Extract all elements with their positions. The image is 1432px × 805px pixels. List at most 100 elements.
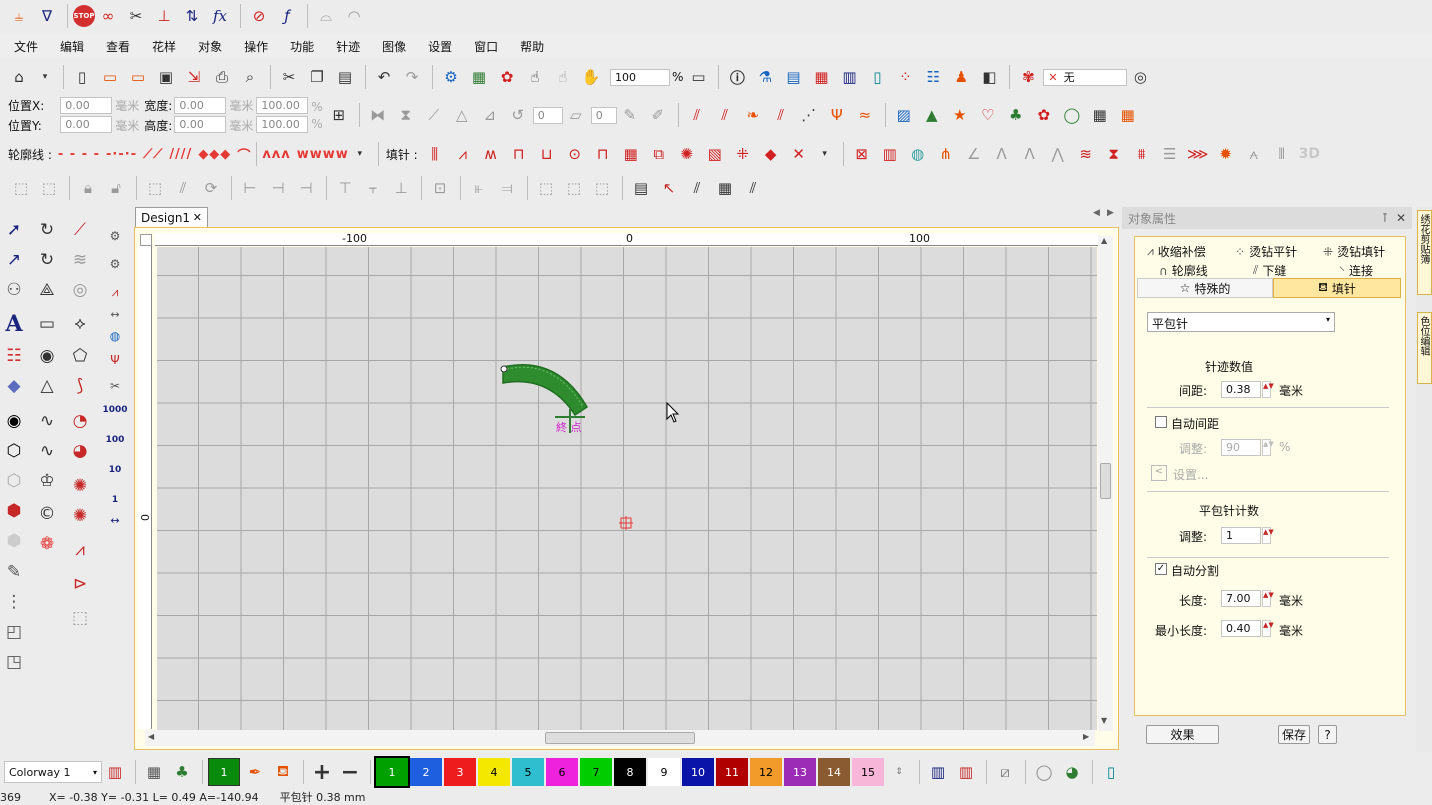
- spacing-spinner[interactable]: ▲▼: [1262, 381, 1274, 398]
- color-swatch-10[interactable]: 10: [682, 758, 714, 786]
- count-adjust-field[interactable]: 1: [1221, 527, 1261, 544]
- chain-fill-icon[interactable]: ⧉: [646, 141, 672, 167]
- group-icon[interactable]: ⬚: [8, 175, 34, 201]
- color-swatch-4[interactable]: 4: [478, 758, 510, 786]
- pattern-fill-icon[interactable]: ⩩: [1129, 141, 1155, 167]
- bars-icon[interactable]: ⫴: [1269, 141, 1295, 167]
- auto-split-checkbox[interactable]: ✓: [1155, 563, 1167, 575]
- tab-rhinestone-fill[interactable]: ⁜ 烫钻填针: [1323, 243, 1385, 260]
- cc-icon[interactable]: ©: [33, 500, 61, 528]
- arc-icon[interactable]: ⌓: [313, 3, 339, 29]
- color-swatch-3[interactable]: 3: [444, 758, 476, 786]
- chevron-down-icon[interactable]: ▾: [349, 141, 371, 167]
- leaf-icon[interactable]: ❧: [740, 102, 766, 128]
- fan-fill-icon[interactable]: ⋔: [933, 141, 959, 167]
- color-wheel-icon[interactable]: ◕: [1059, 759, 1085, 785]
- menu-edit[interactable]: 编辑: [46, 38, 92, 55]
- settings-button-icon[interactable]: <: [1151, 465, 1167, 481]
- fill-stitch-c-icon[interactable]: ⫽: [768, 102, 794, 128]
- menu-file[interactable]: 文件: [0, 38, 46, 55]
- tab-underlay[interactable]: ⫽ 下缝: [1253, 262, 1286, 279]
- align-left-icon[interactable]: ⊢: [237, 175, 263, 201]
- polygon-b-icon[interactable]: ⬠: [66, 342, 94, 370]
- fill-stitch-a-icon[interactable]: ⫽: [684, 102, 710, 128]
- net-fill-icon[interactable]: ⊠: [849, 141, 875, 167]
- colorway-icon[interactable]: ✾: [1015, 64, 1041, 90]
- thread-chart-icon[interactable]: ▥: [836, 64, 862, 90]
- tab-fill[interactable]: ⛾ 填针: [1273, 278, 1401, 298]
- menu-help[interactable]: 帮助: [506, 38, 552, 55]
- tab-connect[interactable]: ⸌ 连接: [1339, 262, 1373, 279]
- lines-icon[interactable]: ☰: [1157, 141, 1183, 167]
- thread-bars-b-icon[interactable]: ▥: [953, 759, 979, 785]
- chain-stitch-icon[interactable]: ◆◆◆: [198, 147, 231, 162]
- slant-field[interactable]: 0: [590, 106, 617, 124]
- object-properties-icon[interactable]: ⚗: [752, 64, 778, 90]
- run-stitch-icon[interactable]: - - - -: [58, 147, 100, 162]
- count-adjust-spinner[interactable]: ▲▼: [1262, 527, 1274, 544]
- open-folder-icon[interactable]: ▭: [97, 64, 123, 90]
- add-color-icon[interactable]: +: [309, 759, 335, 785]
- scroll-down-icon[interactable]: ▼: [1101, 716, 1107, 725]
- corner-icon[interactable]: ◰: [0, 618, 28, 646]
- freehand-icon[interactable]: ∿: [33, 407, 61, 435]
- table-icon[interactable]: ▦: [1115, 102, 1141, 128]
- brush-fill-icon[interactable]: ⋙: [1185, 141, 1211, 167]
- fan-tool-icon[interactable]: ⊳: [66, 570, 94, 598]
- color-swatch-5[interactable]: 5: [512, 758, 544, 786]
- garment-icon[interactable]: ♣: [169, 759, 195, 785]
- side-tab-clipboard[interactable]: 绣花剪贴簿: [1417, 210, 1432, 295]
- spool-icon[interactable]: ▯: [864, 64, 890, 90]
- menu-stitch[interactable]: 针迹: [322, 38, 368, 55]
- satin-stitch-object[interactable]: [502, 364, 589, 417]
- tool-b-icon[interactable]: ✐: [645, 102, 671, 128]
- document-tab[interactable]: Design1 ✕: [135, 207, 208, 227]
- fabric-combo[interactable]: ✕ 无: [1043, 68, 1128, 86]
- color-film-icon[interactable]: ▦: [808, 64, 834, 90]
- distribute-h-icon[interactable]: ⫦: [466, 175, 492, 201]
- badge-3d[interactable]: 3D: [1299, 146, 1320, 162]
- trident-tool-icon[interactable]: Ψ: [101, 346, 129, 374]
- min-length-spinner[interactable]: ▲▼: [1262, 620, 1274, 637]
- mirror-v-icon[interactable]: ⧗: [393, 102, 419, 128]
- dash-stitch-icon[interactable]: -·-·-: [106, 147, 137, 162]
- arc-outline-icon[interactable]: ⌒: [237, 145, 251, 164]
- copy-icon[interactable]: ❐: [304, 64, 330, 90]
- applique-icon[interactable]: ⚙: [101, 222, 129, 250]
- target-icon[interactable]: ◎: [1127, 64, 1153, 90]
- machine-icon[interactable]: ▦: [466, 64, 492, 90]
- pie-b-icon[interactable]: ◕: [66, 437, 94, 465]
- applique-b-icon[interactable]: ⚙: [101, 250, 129, 278]
- thread-bars-icon[interactable]: ▥: [925, 759, 951, 785]
- lock-icon[interactable]: 🔒︎: [75, 175, 101, 201]
- team-names-icon[interactable]: ☷: [0, 342, 28, 370]
- scroll-up-icon[interactable]: ▲: [1101, 236, 1107, 245]
- adjust-field[interactable]: 90: [1221, 439, 1261, 456]
- dots-grid-icon[interactable]: ⁘: [892, 64, 918, 90]
- align-top-icon[interactable]: ⊤: [332, 175, 358, 201]
- ring-tool-icon[interactable]: ◎: [66, 276, 94, 304]
- ring-icon[interactable]: ◯: [1031, 759, 1057, 785]
- stitch-type-select[interactable]: 平包针 ▾: [1147, 312, 1335, 332]
- tab-shrink-comp[interactable]: ⩘ 收缩补偿: [1147, 243, 1206, 260]
- dotted-line-icon[interactable]: ⋰: [796, 102, 822, 128]
- hexagon-red-icon[interactable]: ⬢: [0, 497, 28, 525]
- palette-scroll-icon[interactable]: ⇕: [886, 759, 912, 785]
- sequence-b-icon[interactable]: ⟳: [198, 175, 224, 201]
- motif-fill-icon[interactable]: ⧗: [1101, 141, 1127, 167]
- shapes-tool-icon[interactable]: △: [33, 372, 61, 400]
- sunburst-icon[interactable]: ✹: [1213, 141, 1239, 167]
- reshape-icon[interactable]: ↗: [0, 246, 28, 274]
- contrast-icon[interactable]: ◧: [976, 64, 1002, 90]
- satin-fill-b-icon[interactable]: ⩘: [450, 141, 476, 167]
- color-swatch-11[interactable]: 11: [716, 758, 748, 786]
- hand-gray-icon[interactable]: ☝: [550, 64, 576, 90]
- flower-icon[interactable]: ❁: [33, 530, 61, 558]
- length-spinner[interactable]: ▲▼: [1262, 590, 1274, 607]
- hand-icon[interactable]: ☝: [522, 64, 548, 90]
- graph-icon[interactable]: ⩘: [66, 536, 94, 564]
- serpent-outline-icon[interactable]: wwww: [297, 147, 349, 162]
- horizontal-scroll-thumb[interactable]: [545, 732, 695, 744]
- paste-icon[interactable]: ▤: [332, 64, 358, 90]
- zigzag-outline-icon[interactable]: ////: [169, 147, 192, 162]
